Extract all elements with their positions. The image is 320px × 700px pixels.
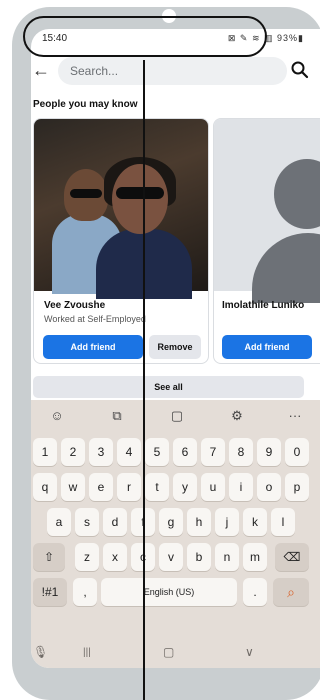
key[interactable]: d [103, 508, 127, 536]
key[interactable]: 1 [33, 438, 57, 466]
bottom-row: !#1 , English (US) . ⌕ [31, 578, 320, 608]
section-title: People you may know [33, 99, 138, 110]
emoji-icon[interactable]: ☺ [47, 406, 67, 426]
key[interactable]: 3 [89, 438, 113, 466]
key[interactable]: o [257, 473, 281, 501]
pointer-line [143, 60, 145, 700]
add-friend-button[interactable]: Add friend [43, 335, 143, 359]
key[interactable]: 9 [257, 438, 281, 466]
number-row: 1 2 3 4 5 6 7 8 9 0 [31, 438, 320, 468]
backspace-key[interactable]: ⌫ [275, 543, 309, 571]
key[interactable]: m [243, 543, 267, 571]
key[interactable]: i [229, 473, 253, 501]
key[interactable]: e [89, 473, 113, 501]
key[interactable]: 4 [117, 438, 141, 466]
comma-key[interactable]: , [73, 578, 97, 606]
screen: 15:40 ⊠ ✎ ≋ ▥ 93%▮ ← People you may know [31, 29, 320, 668]
back-arrow-icon[interactable]: ← [32, 60, 50, 81]
sticker-icon[interactable]: ⧉ [107, 406, 127, 426]
status-bar: 15:40 ⊠ ✎ ≋ ▥ 93%▮ [31, 29, 320, 47]
photo-detail [116, 187, 164, 199]
zxcv-row: ⇧ z x c v b n m ⌫ [31, 543, 320, 573]
mic-icon[interactable]: 🎙 [33, 645, 48, 659]
key[interactable]: k [243, 508, 267, 536]
asdf-row: a s d f g h j k l [31, 508, 320, 538]
key[interactable]: g [159, 508, 183, 536]
symbols-key[interactable]: !#1 [33, 578, 67, 606]
key[interactable]: 6 [173, 438, 197, 466]
key[interactable]: h [187, 508, 211, 536]
key[interactable]: t [145, 473, 169, 501]
remove-button[interactable]: Remove [149, 335, 201, 359]
key[interactable]: y [173, 473, 197, 501]
profile-photo[interactable] [34, 119, 208, 299]
key[interactable]: v [159, 543, 183, 571]
key[interactable]: x [103, 543, 127, 571]
keyboard: ☺ ⧉ ▢ ⚙ ··· 1 2 3 4 5 6 7 8 9 0 q w e r … [31, 400, 320, 668]
back-icon[interactable]: ∨ [245, 645, 254, 659]
status-time: 15:40 [42, 33, 68, 44]
navigation-bar: 🎙 ||| ▢ ∨ [31, 642, 320, 668]
key[interactable]: j [215, 508, 239, 536]
key[interactable]: 0 [285, 438, 309, 466]
key[interactable]: 2 [61, 438, 85, 466]
key[interactable]: a [47, 508, 71, 536]
default-avatar[interactable] [214, 119, 320, 303]
photo-detail [112, 164, 168, 234]
photo-detail [70, 189, 102, 198]
avatar-shoulders [252, 233, 320, 303]
key[interactable]: w [61, 473, 85, 501]
shift-key[interactable]: ⇧ [33, 543, 65, 571]
key[interactable]: z [75, 543, 99, 571]
search-header: ← [31, 55, 320, 87]
person-subtitle: Worked at Self-Employed [44, 314, 146, 324]
key[interactable]: u [201, 473, 225, 501]
device-frame: 15:40 ⊠ ✎ ≋ ▥ 93%▮ ← People you may know [0, 0, 320, 700]
space-key[interactable]: English (US) [101, 578, 237, 606]
period-key[interactable]: . [243, 578, 267, 606]
more-icon[interactable]: ··· [285, 406, 305, 426]
key[interactable]: 8 [229, 438, 253, 466]
person-name[interactable]: Vee Zvoushe [44, 300, 105, 311]
search-box[interactable] [58, 57, 287, 85]
person-card[interactable]: Imolathile Luniko Add friend [213, 118, 320, 364]
key[interactable]: p [285, 473, 309, 501]
home-icon[interactable]: ▢ [163, 645, 174, 659]
see-all-button[interactable]: See all [33, 376, 304, 398]
search-input[interactable] [58, 57, 287, 85]
key[interactable]: q [33, 473, 57, 501]
add-friend-button[interactable]: Add friend [222, 335, 312, 359]
key[interactable]: r [117, 473, 141, 501]
recents-icon[interactable]: ||| [83, 647, 91, 658]
key[interactable]: 5 [145, 438, 169, 466]
key[interactable]: l [271, 508, 295, 536]
search-key[interactable]: ⌕ [273, 578, 309, 606]
key[interactable]: 7 [201, 438, 225, 466]
qwerty-row: q w e r t y u i o p [31, 473, 320, 503]
status-icons: ⊠ ✎ ≋ ▥ 93%▮ [227, 33, 304, 43]
key[interactable]: s [75, 508, 99, 536]
key[interactable]: b [187, 543, 211, 571]
person-name[interactable]: Imolathile Luniko [222, 300, 304, 311]
keyboard-toolbar: ☺ ⧉ ▢ ⚙ ··· [31, 400, 320, 432]
clipboard-icon[interactable]: ▢ [167, 406, 187, 426]
person-card[interactable]: Vee Zvoushe Worked at Self-Employed Add … [33, 118, 209, 364]
key[interactable]: n [215, 543, 239, 571]
avatar-head [274, 159, 320, 229]
search-icon[interactable] [290, 60, 310, 80]
settings-icon[interactable]: ⚙ [227, 406, 247, 426]
camera-notch [162, 9, 176, 23]
